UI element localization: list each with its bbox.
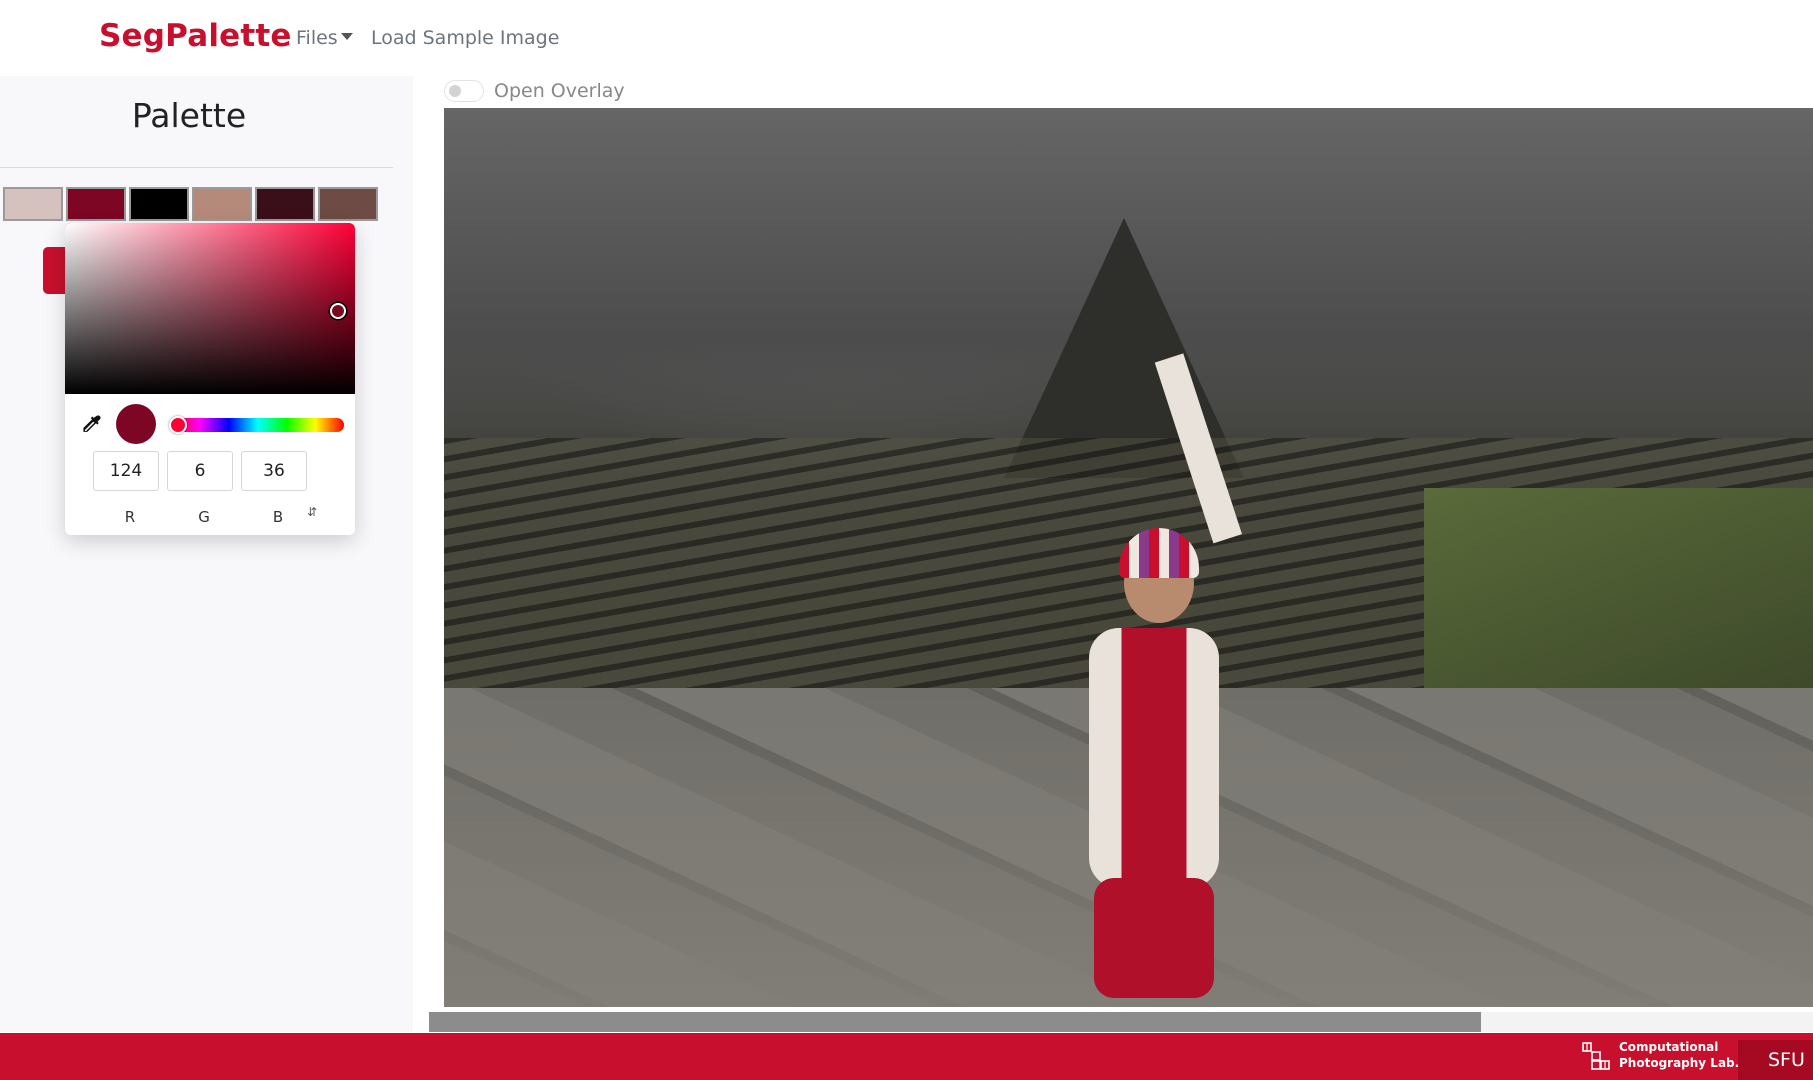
person-figure: [1064, 353, 1242, 1007]
palette-swatch[interactable]: [3, 187, 63, 221]
divider: [0, 167, 393, 168]
palette-swatch[interactable]: [66, 187, 126, 221]
lab-name: Computational Photography Lab.: [1619, 1039, 1739, 1071]
rgb-inputs: [93, 451, 315, 491]
caret-down-icon: [340, 33, 353, 40]
scrollbar-thumb[interactable]: [429, 1012, 1481, 1032]
load-sample-image-link[interactable]: Load Sample Image: [371, 27, 559, 49]
horizontal-scrollbar[interactable]: [429, 1012, 1813, 1032]
navbar: SegPalette Files Load Sample Image: [0, 0, 1813, 76]
palette-swatch[interactable]: [129, 187, 189, 221]
palette-swatch[interactable]: [318, 187, 378, 221]
overlay-toggle-switch[interactable]: [444, 80, 484, 102]
files-menu[interactable]: Files: [296, 27, 353, 49]
green-label: G: [198, 508, 210, 526]
footer: Computational Photography Lab. SFU: [0, 1033, 1813, 1080]
lab-name-line1: Computational: [1619, 1040, 1719, 1054]
hue-slider[interactable]: [169, 416, 344, 434]
palette-title: Palette: [131, 96, 247, 135]
overlay-label: Open Overlay: [494, 80, 625, 102]
green-input[interactable]: [167, 451, 233, 491]
blue-label: B: [272, 508, 284, 526]
palette-swatch[interactable]: [255, 187, 315, 221]
selected-color-preview: [116, 404, 156, 444]
palette-sidebar: Palette R G B: [0, 76, 413, 1032]
files-menu-label: Files: [296, 27, 338, 49]
lab-name-line2: Photography Lab.: [1619, 1056, 1740, 1070]
eyedropper-icon[interactable]: [78, 412, 104, 438]
rgb-labels: R G B: [93, 508, 315, 526]
palette-swatches: [3, 187, 381, 221]
hue-slider-thumb[interactable]: [169, 416, 187, 434]
brand-logo[interactable]: SegPalette: [99, 18, 292, 54]
saturation-area[interactable]: [65, 223, 355, 394]
palette-swatch[interactable]: [192, 187, 252, 221]
saturation-cursor[interactable]: [330, 303, 346, 319]
blue-input[interactable]: [241, 451, 307, 491]
segmented-image[interactable]: [444, 108, 1813, 1007]
toggle-knob: [449, 85, 461, 97]
computational-photography-lab-logo: [1582, 1042, 1610, 1070]
sfu-logo: SFU: [1768, 1049, 1805, 1071]
up-down-arrows-icon[interactable]: ⇵: [307, 505, 317, 519]
red-label: R: [124, 508, 136, 526]
color-picker: R G B ⇵: [65, 223, 355, 535]
red-input[interactable]: [93, 451, 159, 491]
